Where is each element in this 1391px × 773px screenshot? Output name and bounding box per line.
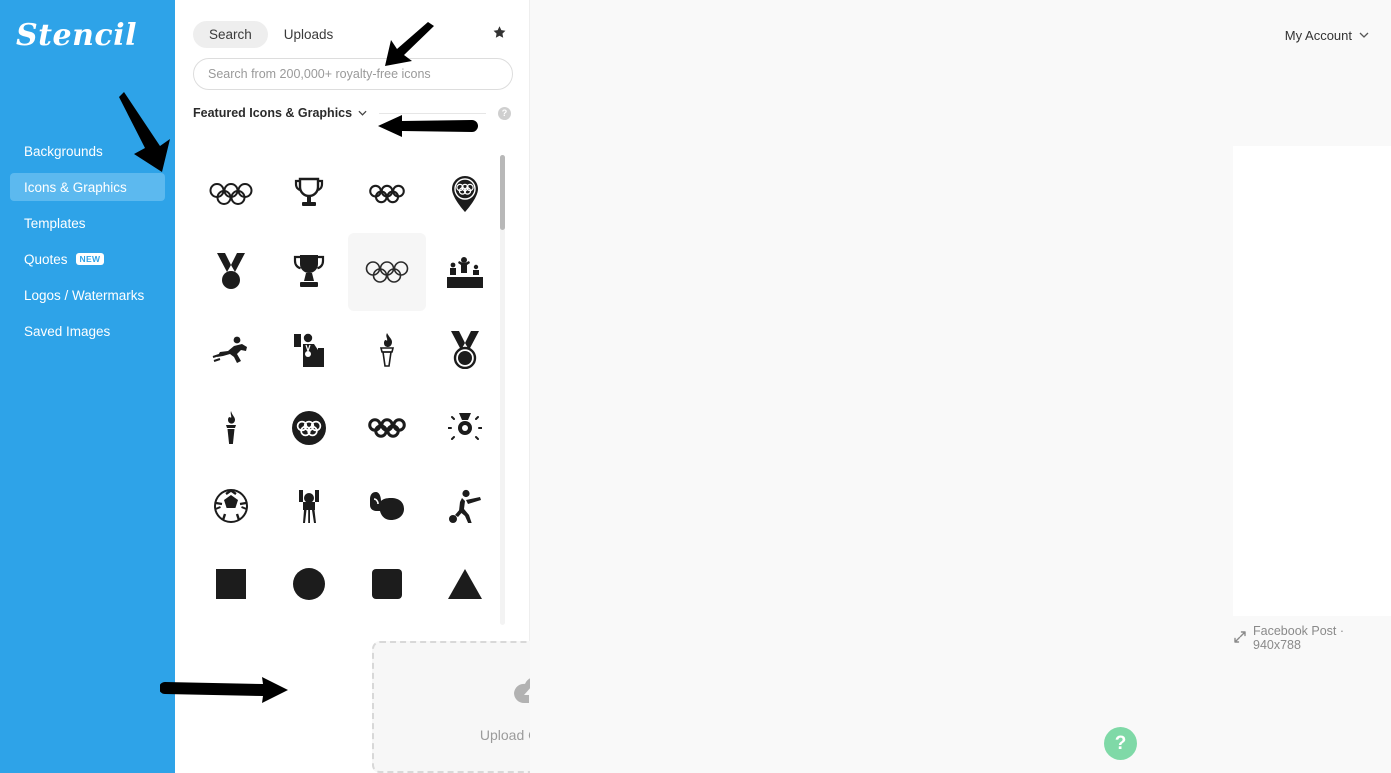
icon-tile-olympic-rings-bold[interactable] xyxy=(348,389,426,467)
search-area xyxy=(175,50,529,90)
icon-tile-trophy-cup-outline[interactable] xyxy=(270,155,348,233)
sidebar-item-saved-images[interactable]: Saved Images xyxy=(10,317,165,345)
sidebar-item-quotes[interactable]: Quotes NEW xyxy=(10,245,165,273)
icon-tile-celebrating-athlete[interactable] xyxy=(270,467,348,545)
sidebar-item-icons-graphics[interactable]: Icons & Graphics xyxy=(10,173,165,201)
chevron-down-icon xyxy=(1359,30,1369,41)
sidebar-item-templates[interactable]: Templates xyxy=(10,209,165,237)
sidebar-item-label: Backgrounds xyxy=(24,143,103,159)
icon-panel-scrollbar[interactable] xyxy=(500,155,505,625)
sidebar-item-backgrounds[interactable]: Backgrounds xyxy=(10,137,165,165)
stencil-app: Stencil Backgrounds Icons & Graphics Tem… xyxy=(0,0,1391,773)
icon-tile-winners-podium[interactable] xyxy=(426,233,504,311)
resize-arrows-icon xyxy=(1234,630,1246,646)
star-icon[interactable] xyxy=(492,25,509,44)
editor-main: My Account Facebook Post · 940x788 ? xyxy=(530,0,1391,773)
icon-tile-trophy-solid[interactable] xyxy=(270,233,348,311)
design-canvas[interactable] xyxy=(1233,146,1391,616)
icon-tile-olympic-rings-selected[interactable] xyxy=(348,233,426,311)
icon-tile-shining-medal[interactable] xyxy=(426,389,504,467)
sidebar-item-label: Templates xyxy=(24,215,86,231)
canvas-size-info[interactable]: Facebook Post · 940x788 xyxy=(1234,624,1391,652)
icon-tile-sprinter-runner[interactable] xyxy=(192,311,270,389)
icon-tile-triangle-shape[interactable] xyxy=(426,545,504,623)
icon-tile-circle-shape[interactable] xyxy=(270,545,348,623)
sidebar-item-label: Logos / Watermarks xyxy=(24,287,145,303)
tab-uploads[interactable]: Uploads xyxy=(268,21,350,48)
sidebar-item-label: Saved Images xyxy=(24,323,111,339)
icon-tile-flexed-biceps[interactable] xyxy=(348,467,426,545)
new-badge: NEW xyxy=(75,253,105,265)
icon-tile-olympic-rings-badge[interactable] xyxy=(270,389,348,467)
canvas-size-label: Facebook Post · 940x788 xyxy=(1253,624,1345,652)
search-input[interactable] xyxy=(193,58,513,90)
icon-tile-olympic-torch-outline[interactable] xyxy=(348,311,426,389)
icon-tile-square-shape[interactable] xyxy=(192,545,270,623)
app-logo[interactable]: Stencil xyxy=(0,0,175,53)
icon-tile-rounded-square-shape[interactable] xyxy=(348,545,426,623)
icon-tile-olympic-rings-outline[interactable] xyxy=(192,155,270,233)
sidebar-item-label: Icons & Graphics xyxy=(24,179,127,195)
sidebar-item-label: Quotes xyxy=(24,251,68,267)
left-sidebar: Stencil Backgrounds Icons & Graphics Tem… xyxy=(0,0,175,773)
section-help-icon[interactable]: ? xyxy=(498,106,511,120)
icon-tile-medal-circle[interactable] xyxy=(426,311,504,389)
icon-tile-olympic-rings-map-pin[interactable] xyxy=(426,155,504,233)
icon-tile-torch-flame[interactable] xyxy=(192,389,270,467)
my-account-label: My Account xyxy=(1284,28,1352,43)
tab-search[interactable]: Search xyxy=(193,20,268,48)
section-title: Featured Icons & Graphics xyxy=(193,106,353,120)
icon-grid-scroll-area[interactable] xyxy=(175,155,530,625)
scrollbar-thumb[interactable] xyxy=(500,155,505,230)
icon-tile-athlete-with-medal[interactable] xyxy=(270,311,348,389)
help-button[interactable]: ? xyxy=(1104,727,1137,760)
panel-tab-bar: Search Uploads xyxy=(175,0,529,50)
chevron-down-icon[interactable] xyxy=(358,108,367,118)
featured-section-header: Featured Icons & Graphics ? xyxy=(175,90,529,120)
icon-grid xyxy=(175,155,530,623)
icon-tile-medal-ribbon[interactable] xyxy=(192,233,270,311)
sidebar-nav: Backgrounds Icons & Graphics Templates Q… xyxy=(0,137,175,345)
sidebar-item-logos-watermarks[interactable]: Logos / Watermarks xyxy=(10,281,165,309)
icon-tile-soccer-player[interactable] xyxy=(426,467,504,545)
icons-panel: Search Uploads Featured Icons & Graphics… xyxy=(175,0,692,773)
icon-tile-soccer-ball[interactable] xyxy=(192,467,270,545)
icon-tile-olympic-rings-small[interactable] xyxy=(348,155,426,233)
my-account-menu[interactable]: My Account xyxy=(1285,28,1369,43)
section-divider xyxy=(379,112,486,114)
